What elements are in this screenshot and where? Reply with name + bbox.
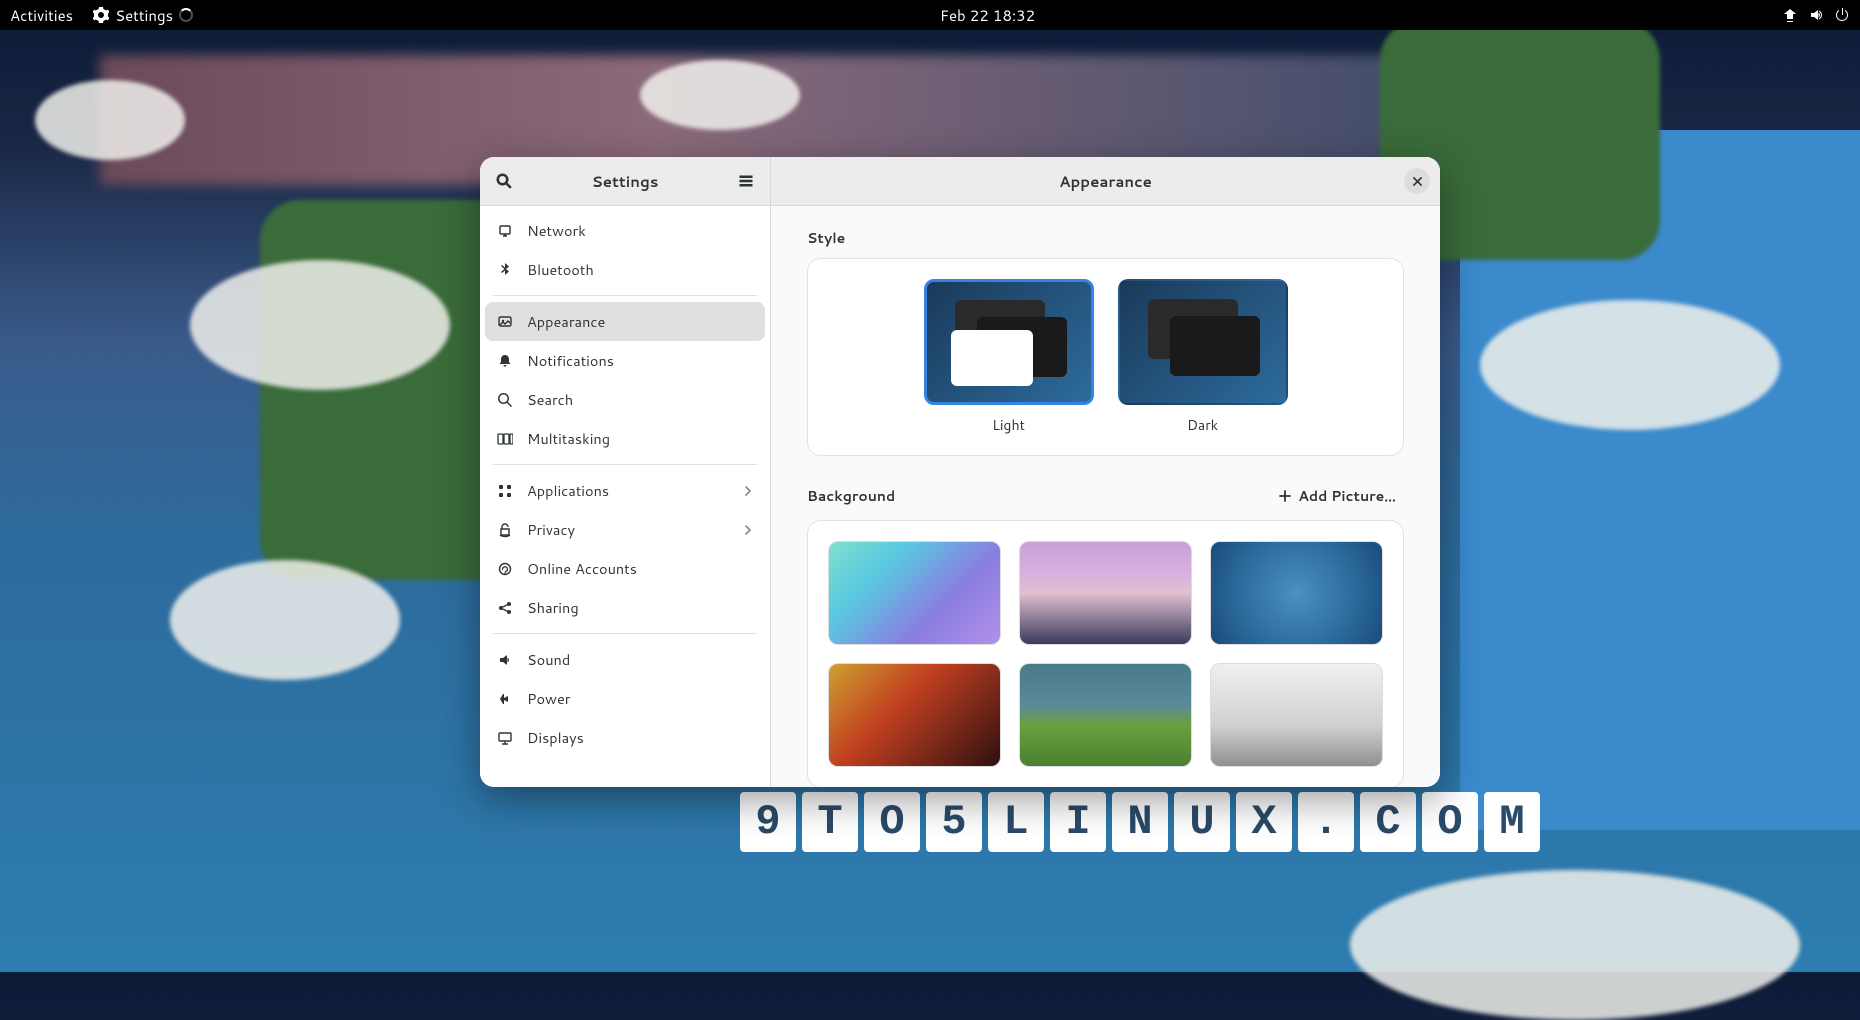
search-icon [497,392,513,408]
sidebar-item-label: Search [527,389,573,410]
background-heading-row: Background Add Picture… [807,482,1404,510]
background-thumb-3[interactable] [1210,541,1383,645]
style-option-dark[interactable]: Dark [1118,279,1288,435]
content-header: Appearance [771,157,1440,206]
sidebar-separator [493,295,757,296]
sidebar-header: Settings [480,157,770,206]
style-heading: Style [807,228,1404,248]
sidebar-item-label: Network [527,220,586,241]
online-icon [497,561,513,577]
hamburger-icon [738,173,754,189]
system-tray[interactable] [1782,7,1850,23]
sidebar-item-sharing[interactable]: Sharing [485,588,765,627]
sidebar-item-displays[interactable]: Displays [485,718,765,757]
sidebar-item-label: Appearance [527,311,605,332]
network-tray-icon [1782,7,1798,23]
sidebar-item-bluetooth[interactable]: Bluetooth [485,250,765,289]
sidebar-item-applications[interactable]: Applications [485,471,765,510]
background-thumb-5[interactable] [1019,663,1192,767]
sidebar-item-label: Power [527,688,570,709]
background-card [807,520,1404,787]
appearance-icon [497,314,513,330]
plus-icon [1278,489,1292,503]
app-name-label: Settings [115,5,173,26]
power-icon [497,691,513,707]
activities-button[interactable]: Activities [10,5,73,26]
chevron-right-icon [743,519,753,540]
display-icon [497,730,513,746]
background-grid [828,541,1383,767]
wallpaper-cloud-1 [190,260,450,390]
sidebar-item-label: Bluetooth [527,259,594,280]
sidebar-item-privacy[interactable]: Privacy [485,510,765,549]
wallpaper-cloud-6 [640,60,800,130]
content-body: Style Light Dark Background Add Picture… [771,206,1440,787]
sidebar-item-online-accounts[interactable]: Online Accounts [485,549,765,588]
clock[interactable]: Feb 22 18:32 [193,5,1782,26]
sidebar-item-network[interactable]: Network [485,211,765,250]
apps-icon [497,483,513,499]
background-thumb-6[interactable] [1210,663,1383,767]
style-option-light[interactable]: Light [924,279,1094,435]
wallpaper-cloud-3 [35,80,185,160]
sidebar-item-label: Applications [527,480,609,501]
sidebar-title: Settings [592,171,659,192]
style-card: Light Dark [807,258,1404,456]
power-tray-icon [1834,7,1850,23]
settings-window: Settings Network Bluetooth Appearance Notif… [480,157,1440,787]
chevron-right-icon [743,480,753,501]
content-title: Appearance [1059,171,1152,192]
sidebar-item-search[interactable]: Search [485,380,765,419]
sidebar-item-label: Privacy [527,519,575,540]
style-label: Light [992,415,1025,435]
sidebar-item-multitasking[interactable]: Multitasking [485,419,765,458]
settings-sidebar: Settings Network Bluetooth Appearance Notif… [480,157,771,787]
background-thumb-4[interactable] [828,663,1001,767]
wallpaper-cloud-4 [1480,300,1780,430]
sidebar-separator [493,464,757,465]
multitask-icon [497,431,513,447]
top-panel: Activities Settings Feb 22 18:32 [0,0,1860,30]
sound-icon [497,652,513,668]
bluetooth-icon [497,262,513,278]
background-heading: Background [807,486,895,506]
sidebar-item-appearance[interactable]: Appearance [485,302,765,341]
style-thumb-light [924,279,1094,405]
style-options-row: Light Dark [828,279,1383,435]
close-icon [1412,176,1423,187]
privacy-icon [497,522,513,538]
sidebar-item-notifications[interactable]: Notifications [485,341,765,380]
style-label: Dark [1187,415,1218,435]
bell-icon [497,353,513,369]
sidebar-item-label: Sharing [527,597,579,618]
sidebar-separator [493,633,757,634]
sidebar-item-sound[interactable]: Sound [485,640,765,679]
sidebar-item-label: Online Accounts [527,558,637,579]
sidebar-list: Network Bluetooth Appearance Notifications S… [480,206,770,787]
hamburger-menu-button[interactable] [732,167,760,195]
watermark: 9TO5LINUX.COM [740,792,1540,852]
spinner-icon [179,8,193,22]
background-thumb-2[interactable] [1019,541,1192,645]
sidebar-item-label: Multitasking [527,428,610,449]
sidebar-item-power[interactable]: Power [485,679,765,718]
sidebar-item-label: Displays [527,727,584,748]
sidebar-item-label: Notifications [527,350,614,371]
style-thumb-dark [1118,279,1288,405]
gear-icon [93,7,109,23]
add-picture-button[interactable]: Add Picture… [1270,482,1404,510]
search-icon [496,173,512,189]
add-picture-label: Add Picture… [1298,486,1396,506]
search-button[interactable] [490,167,518,195]
close-button[interactable] [1404,168,1430,194]
app-indicator[interactable]: Settings [93,5,193,26]
wallpaper-cloud-5 [1350,870,1800,1020]
background-thumb-1[interactable] [828,541,1001,645]
share-icon [497,600,513,616]
content-pane: Appearance Style Light Dark Background Ad… [771,157,1440,787]
sidebar-item-label: Sound [527,649,570,670]
volume-tray-icon [1808,7,1824,23]
network-icon [497,223,513,239]
wallpaper-cloud-2 [170,560,400,680]
